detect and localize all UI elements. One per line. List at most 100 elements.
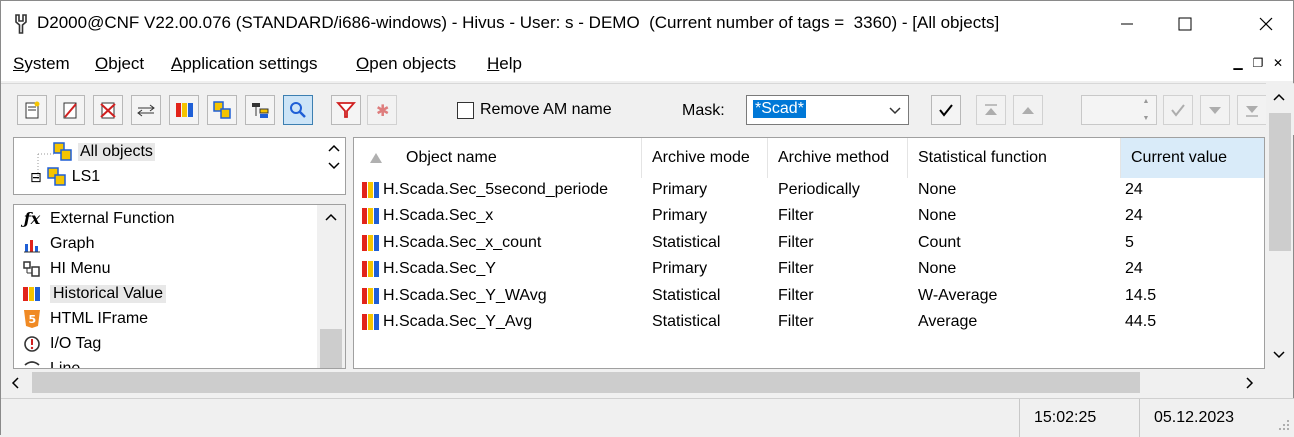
checkbox-box[interactable] [457, 101, 474, 119]
remove-am-name-checkbox[interactable]: Remove AM name [457, 101, 612, 119]
next-button[interactable] [1200, 95, 1230, 125]
historical-value-icon [362, 314, 379, 330]
confirm-icon [939, 104, 953, 117]
type-item-line[interactable]: Line [22, 356, 80, 368]
object-type-list[interactable]: ƒx External Function Graph HI Menu Histo… [13, 204, 346, 369]
type-item-hi-menu[interactable]: HI Menu [22, 256, 110, 281]
maximize-icon [1178, 17, 1192, 31]
tree-item-ls1[interactable]: ⊟ LS1 [30, 166, 100, 188]
close-button[interactable] [1237, 1, 1294, 47]
grid-vertical-scrollbar[interactable] [1266, 83, 1293, 369]
menu-system[interactable]: System [13, 54, 70, 74]
chevron-up-icon[interactable] [327, 142, 341, 154]
structure-icon [213, 101, 231, 119]
cell-statistical-function: None [918, 207, 957, 224]
accept-button[interactable] [1163, 95, 1193, 125]
cell-statistical-function: Average [918, 313, 978, 330]
tree-button[interactable] [245, 95, 275, 125]
hi-menu-icon [23, 260, 40, 277]
spin-up-icon[interactable]: ▲ [1143, 98, 1150, 105]
cell-archive-method: Filter [778, 313, 814, 330]
cell-object-name: H.Scada.Sec_Y_Avg [383, 313, 533, 330]
type-item-graph[interactable]: Graph [22, 231, 94, 256]
column-header-archive-method[interactable]: Archive method [768, 138, 908, 178]
chevron-left-icon[interactable] [9, 376, 21, 390]
first-button[interactable] [976, 95, 1006, 125]
collapse-icon[interactable]: ⊟ [30, 169, 42, 186]
delete-object-button[interactable] [93, 95, 123, 125]
new-object-button[interactable] [17, 95, 47, 125]
next-icon [1209, 107, 1221, 114]
column-header-statistical-function[interactable]: Statistical function [908, 138, 1121, 178]
cell-current-value: 44.5 [1125, 313, 1157, 330]
search-button[interactable] [283, 95, 313, 125]
table-row[interactable]: H.Scada.Sec_Y_Avg Statistical Filter Ave… [354, 309, 1264, 335]
record-spinner[interactable]: ▲ ▼ [1081, 95, 1157, 125]
mdi-close-icon[interactable]: ✕ [1271, 55, 1285, 71]
chevron-down-icon[interactable] [1272, 349, 1286, 361]
window-title: D2000@CNF V22.00.076 (STANDARD/i686-wind… [37, 13, 1000, 32]
column-header-current-value[interactable]: Current value [1121, 138, 1264, 178]
status-time: 15:02:25 [1019, 399, 1139, 437]
move-icon [137, 104, 155, 117]
edit-object-button[interactable] [55, 95, 85, 125]
types-scrollbar[interactable] [317, 205, 345, 368]
cell-current-value: 24 [1125, 207, 1143, 224]
column-header-archive-mode[interactable]: Archive mode [642, 138, 768, 178]
table-row[interactable]: H.Scada.Sec_Y_WAvg Statistical Filter W-… [354, 283, 1264, 309]
cell-archive-method: Filter [778, 260, 814, 277]
horizontal-scrollbar[interactable] [1, 369, 1266, 396]
menu-application-settings[interactable]: Application settings [171, 54, 317, 74]
objects-grid[interactable]: Object name Archive mode Archive method … [353, 137, 1265, 369]
grid-scroll-thumb[interactable] [1269, 113, 1291, 251]
cell-archive-mode: Statistical [652, 287, 721, 304]
last-button[interactable] [1237, 95, 1267, 125]
tree-scrollbar[interactable] [327, 142, 341, 172]
chevron-down-icon[interactable] [888, 103, 902, 117]
mdi-restore-icon[interactable]: ❐ [1251, 55, 1265, 71]
object-tree[interactable]: All objects ⊟ LS1 [13, 137, 346, 195]
mdi-minimize-icon[interactable]: ▁ [1231, 55, 1245, 71]
types-scroll-thumb[interactable] [320, 329, 342, 368]
chevron-down-icon[interactable] [327, 160, 341, 172]
filter-button[interactable] [331, 95, 361, 125]
clear-filter-button[interactable]: ✱ [367, 95, 397, 125]
menu-help[interactable]: Help [487, 54, 522, 74]
column-header-object-name[interactable]: Object name [354, 138, 642, 178]
search-icon [290, 102, 306, 118]
table-row[interactable]: H.Scada.Sec_x Primary Filter None 24 [354, 203, 1264, 229]
type-item-historical-value[interactable]: Historical Value [22, 281, 166, 306]
table-row[interactable]: H.Scada.Sec_Y Primary Filter None 24 [354, 256, 1264, 282]
minimize-icon [1121, 23, 1133, 25]
menu-open-objects[interactable]: Open objects [356, 54, 456, 74]
resize-grip-icon[interactable] [1277, 418, 1291, 432]
tree-item-all-objects[interactable]: All objects [52, 141, 155, 163]
menu-object[interactable]: Object [95, 54, 144, 74]
horizontal-scroll-thumb[interactable] [32, 372, 1140, 393]
previous-button[interactable] [1013, 95, 1043, 125]
edit-object-icon [63, 102, 77, 119]
accept-icon [1171, 104, 1185, 117]
type-item-external-function[interactable]: ƒx External Function [22, 206, 175, 231]
mask-combobox[interactable]: *Scad* [746, 95, 909, 125]
maximize-button[interactable] [1156, 1, 1214, 47]
cell-archive-method: Filter [778, 207, 814, 224]
type-item-io-tag[interactable]: I/O Tag [22, 331, 101, 356]
table-row[interactable]: H.Scada.Sec_5second_periode Primary Peri… [354, 177, 1264, 203]
chevron-right-icon[interactable] [1244, 376, 1256, 390]
type-item-html-iframe[interactable]: 5 HTML IFrame [22, 306, 148, 331]
table-row[interactable]: H.Scada.Sec_x_count Statistical Filter C… [354, 230, 1264, 256]
chevron-up-icon[interactable] [324, 211, 338, 223]
title-bar[interactable]: D2000@CNF V22.00.076 (STANDARD/i686-wind… [1, 1, 1293, 47]
html-iframe-icon: 5 [24, 309, 40, 328]
historical-value-button[interactable] [169, 95, 199, 125]
first-icon [985, 104, 997, 115]
line-icon [24, 360, 40, 366]
confirm-button[interactable] [931, 95, 961, 125]
structure-button[interactable] [207, 95, 237, 125]
spin-down-icon[interactable]: ▼ [1143, 115, 1150, 122]
cell-archive-method: Filter [778, 287, 814, 304]
minimize-button[interactable] [1098, 1, 1156, 47]
chevron-up-icon[interactable] [1272, 91, 1286, 103]
move-button[interactable] [131, 95, 161, 125]
